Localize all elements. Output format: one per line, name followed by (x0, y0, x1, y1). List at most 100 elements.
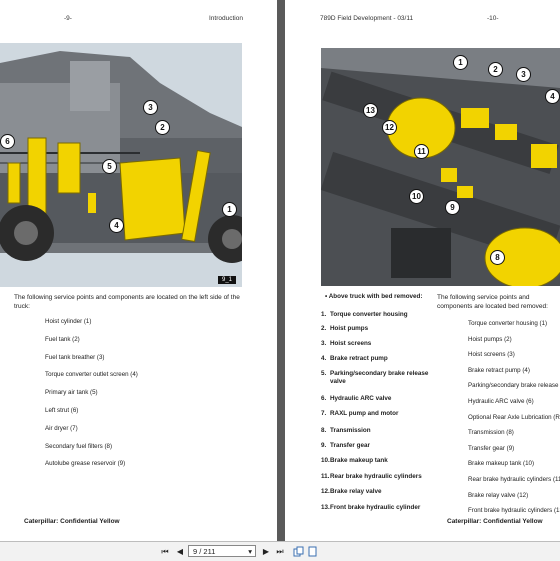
list-item-text: Air dryer (7) (45, 424, 78, 432)
numbered-item-number: 7. (321, 410, 327, 417)
list-item: •Torque converter housing (1) (468, 320, 560, 327)
first-page-icon[interactable]: ⏮ (160, 546, 170, 557)
numbered-item-text: Brake retract pump (330, 355, 388, 362)
numbered-item-text: Brake relay valve (330, 488, 382, 495)
numbered-item-text: Brake makeup tank (330, 457, 388, 464)
list-item: •Secondary fuel filters (8) (45, 443, 245, 450)
right-footer: Caterpillar: Confidential Yellow (447, 518, 543, 525)
callout-4: 4 (109, 218, 124, 233)
right-page-number: -10- (487, 15, 499, 22)
list-item: •Hydraulic ARC valve (6) (468, 398, 560, 405)
list-item-text: Hoist cylinder (1) (45, 318, 92, 325)
numbered-item-number: 1. (321, 311, 327, 318)
numbered-item-number: 11. (321, 473, 330, 480)
callout-10: 10 (409, 189, 424, 204)
list-item-text: Transmission (8) (468, 429, 514, 437)
last-page-icon[interactable]: ⏭ (275, 546, 285, 557)
list-item: •Parking/secondary brake release (468, 382, 560, 389)
viewer-toolbar: ⏮ ◀ 9 / 211 ▾ ▶ ⏭ (0, 541, 560, 561)
numbered-item-text: Front brake hydraulic cylinder (330, 504, 421, 511)
numbered-item-number: 3. (321, 340, 327, 347)
truck-left-side-illustration (0, 43, 242, 287)
numbered-item-number: 5. (321, 370, 327, 377)
callout-8: 8 (490, 250, 505, 265)
numbered-item-number: 9. (321, 442, 327, 449)
list-item: •Front brake hydraulic cylinders (13 (468, 507, 560, 514)
list-item: •Optional Rear Axle Lubrication (RA (468, 414, 560, 421)
figure-tag: 9_1 (217, 276, 236, 284)
list-item: •Air dryer (7) (45, 425, 245, 432)
numbered-item-text: Hoist screens (330, 340, 372, 347)
list-item-text: Brake relay valve (12) (468, 491, 529, 499)
numbered-item-number: 2. (321, 325, 327, 332)
page-number-input[interactable]: 9 / 211 ▾ (188, 545, 256, 557)
callout-12: 12 (382, 120, 397, 135)
callout-1: 1 (222, 202, 237, 217)
page-dropdown-icon[interactable]: ▾ (244, 546, 252, 558)
list-item-text: Secondary fuel filters (8) (45, 442, 113, 450)
list-item: •Transfer gear (9) (468, 445, 560, 452)
list-item-text: Fuel tank breather (3) (45, 353, 105, 361)
list-item-text: Torque converter outlet screen (4) (45, 371, 138, 379)
list-item-text: Brake retract pump (4) (468, 366, 530, 374)
list-item-text: Transfer gear (9) (468, 444, 515, 452)
copy-page-icon[interactable] (293, 546, 304, 557)
list-item: •Hoist pumps (2) (468, 336, 560, 343)
numbered-item-number: 8. (321, 427, 327, 434)
left-page-number: -9- (64, 15, 72, 22)
list-item: •Brake makeup tank (10) (468, 460, 560, 467)
list-item: •Fuel tank breather (3) (45, 354, 245, 361)
list-item-text: Hoist screens (3) (468, 351, 515, 359)
list-item: •Left strut (6) (45, 407, 245, 414)
prev-page-icon[interactable]: ◀ (175, 546, 185, 557)
left-intro-text: The following service points and compone… (14, 294, 240, 310)
numbered-item-text: Transfer gear (330, 442, 370, 449)
callout-5: 5 (102, 159, 117, 174)
numbered-item-text: Transmission (330, 427, 371, 434)
numbered-item-text: Hydraulic ARC valve (330, 395, 392, 402)
numbered-item-number: 6. (321, 395, 327, 402)
numbered-item-number: 12. (321, 488, 330, 495)
list-item: •Brake retract pump (4) (468, 367, 560, 374)
numbered-item-number: 10. (321, 457, 330, 464)
callout-4: 4 (545, 89, 560, 104)
numbered-item-text: RAXL pump and motor (330, 410, 399, 417)
single-page-icon[interactable] (307, 546, 318, 557)
list-item: •Torque converter outlet screen (4) (45, 371, 245, 378)
list-item: •Brake relay valve (12) (468, 492, 560, 499)
list-item: •Fuel tank (2) (45, 336, 245, 343)
callout-2: 2 (155, 120, 170, 135)
list-item: •Transmission (8) (468, 429, 560, 436)
numbered-item-text: Parking/secondary brake release valve (330, 370, 429, 385)
right-list-heading: • Above truck with bed removed: (325, 293, 423, 300)
list-item-text: Front brake hydraulic cylinders (13 (468, 507, 560, 515)
right-list-heading-text: Above truck with bed removed: (328, 293, 423, 300)
list-item: •Hoist screens (3) (468, 351, 560, 358)
callout-3: 3 (516, 67, 531, 82)
callout-2: 2 (488, 62, 503, 77)
list-item: •Rear brake hydraulic cylinders (11 (468, 476, 560, 483)
callout-13: 13 (363, 103, 378, 118)
numbered-item-text: Rear brake hydraulic cylinders (330, 473, 422, 480)
numbered-item-number: 4. (321, 355, 327, 362)
list-item: •Primary air tank (5) (45, 389, 245, 396)
callout-9: 9 (445, 200, 460, 215)
numbered-item-text: Hoist pumps (330, 325, 369, 332)
list-item-text: Autolube grease reservoir (9) (45, 460, 126, 468)
list-item: •Hoist cylinder (1) (45, 318, 245, 325)
list-item-text: Hydraulic ARC valve (6) (468, 398, 534, 405)
left-footer: Caterpillar: Confidential Yellow (24, 518, 120, 525)
callout-6: 6 (0, 134, 15, 149)
list-item-text: Hoist pumps (2) (468, 335, 512, 343)
list-item-text: Left strut (6) (45, 407, 79, 414)
list-item-text: Parking/secondary brake release (468, 382, 559, 390)
right-engine-figure: 1 2 3 4 13 12 11 10 9 8 (321, 48, 560, 286)
right-header-title: 789D Field Development - 03/11 (320, 15, 414, 22)
left-header-section: Introduction (209, 15, 243, 22)
page-number-value: 9 / 211 (193, 547, 216, 556)
list-item-text: Torque converter housing (1) (468, 320, 548, 327)
next-page-icon[interactable]: ▶ (261, 546, 271, 557)
list-item-text: Rear brake hydraulic cylinders (11 (468, 476, 560, 483)
numbered-item-text: Torque converter housing (330, 311, 408, 318)
right-intro-text: The following service points and compone… (437, 294, 548, 310)
